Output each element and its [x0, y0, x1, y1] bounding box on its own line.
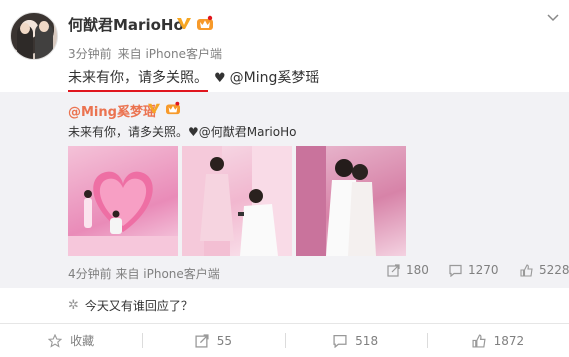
chevron-down-icon[interactable] — [547, 14, 559, 22]
verified-v-icon — [177, 18, 191, 29]
repost-photo-1[interactable] — [68, 146, 178, 256]
forward-icon — [387, 263, 400, 277]
repost-photo-3[interactable] — [296, 146, 406, 256]
star-icon — [48, 333, 63, 348]
vip-crown-icon — [197, 15, 213, 30]
repost-like-button[interactable]: 5228 — [520, 263, 569, 277]
repost-photo-2[interactable] — [182, 146, 292, 256]
repost-card: @Ming奚梦瑶 未来有你，请多关照。♥@何猷君MarioHo 4分钟前 来自 … — [0, 92, 569, 288]
comment-count: 518 — [355, 333, 379, 348]
repost-comment-count: 1270 — [468, 263, 499, 277]
comment-button[interactable]: 518 — [284, 324, 427, 357]
avatar[interactable] — [10, 12, 58, 60]
thumbs-up-icon — [472, 333, 486, 348]
comment-icon — [333, 334, 347, 348]
post-text-main: 未来有你，请多关照。 — [68, 67, 208, 93]
verified-v-icon — [148, 103, 160, 114]
repost-text: 未来有你，请多关照。♥@何猷君MarioHo — [68, 125, 297, 139]
repost-forward-button[interactable]: 180 — [387, 263, 429, 277]
comment-hint[interactable]: ✲ 今天又有谁回应了？ — [68, 297, 193, 314]
post-source: 来自 iPhone客户端 — [117, 47, 222, 61]
repost-username[interactable]: @Ming奚梦瑶 — [68, 101, 156, 120]
action-bar: 收藏 55 518 1872 — [0, 324, 569, 357]
repost-like-count: 5228 — [539, 263, 569, 277]
sparkle-icon: ✲ — [68, 298, 79, 313]
comment-icon — [449, 264, 462, 277]
favorite-button[interactable]: 收藏 — [0, 324, 142, 357]
forward-button[interactable]: 55 — [142, 324, 284, 357]
post-username[interactable]: 何猷君MarioHo — [68, 14, 184, 35]
post-time[interactable]: 3分钟前 — [68, 47, 112, 61]
repost-source: 来自 iPhone客户端 — [115, 267, 220, 281]
forward-icon — [195, 333, 209, 348]
repost-forward-count: 180 — [406, 263, 429, 277]
thumbs-up-icon — [520, 263, 533, 277]
mention-link[interactable]: @Ming奚梦瑶 — [230, 70, 320, 86]
post-meta: 3分钟前 来自 iPhone客户端 — [68, 45, 228, 62]
forward-count: 55 — [216, 333, 233, 348]
like-count: 1872 — [493, 333, 525, 348]
like-button[interactable]: 1872 — [426, 324, 569, 357]
comment-hint-text: 今天又有谁回应了？ — [84, 299, 193, 313]
post-text: 未来有你，请多关照。 ♥ @Ming奚梦瑶 — [68, 67, 319, 93]
heart-icon: ♥ — [214, 71, 226, 86]
repost-comment-button[interactable]: 1270 — [449, 263, 499, 277]
repost-meta: 4分钟前 来自 iPhone客户端 — [68, 265, 220, 282]
favorite-label: 收藏 — [70, 334, 95, 348]
vip-crown-icon — [166, 101, 180, 115]
repost-time[interactable]: 4分钟前 — [68, 267, 112, 281]
